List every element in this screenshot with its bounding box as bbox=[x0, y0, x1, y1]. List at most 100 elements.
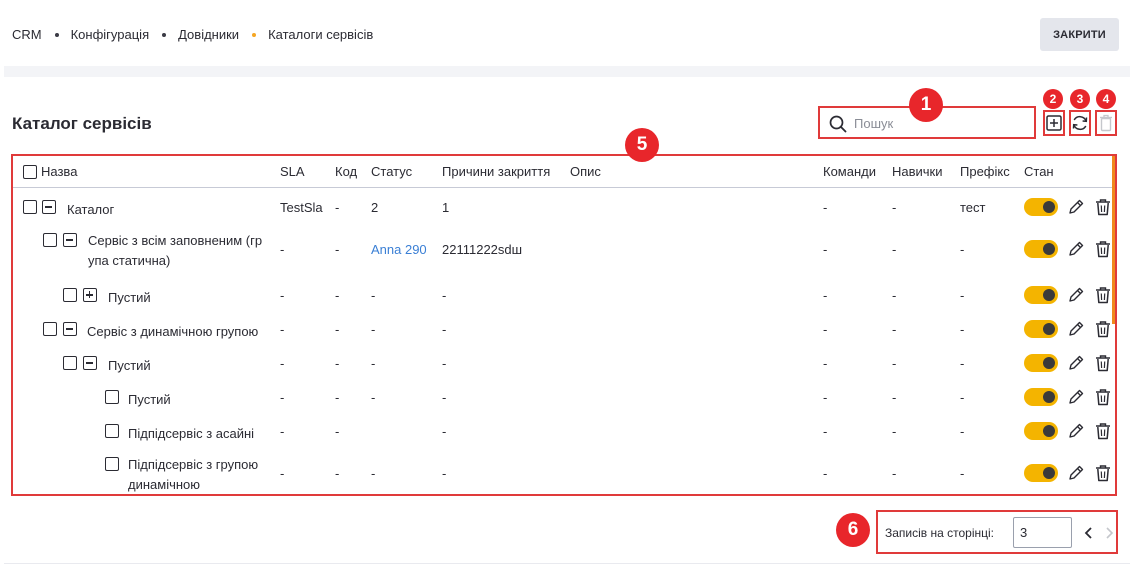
cell-status: - bbox=[371, 390, 376, 405]
service-catalog-table: Назва SLA Код Статус Причини закриття Оп… bbox=[11, 154, 1117, 496]
cell-name-line: Підпідсервіс з групою bbox=[128, 457, 259, 472]
table-row[interactable]: Підпідсервіс з групою динамічною - - - - - - - bbox=[13, 452, 1113, 494]
chevron-right-icon[interactable] bbox=[1102, 525, 1116, 541]
chevron-left-icon[interactable] bbox=[1082, 525, 1096, 541]
row-checkbox[interactable] bbox=[105, 457, 119, 471]
page-title: Каталог сервісів bbox=[12, 114, 152, 133]
column-state[interactable]: Стан bbox=[1024, 164, 1054, 179]
breadcrumb-service-catalogs: Каталоги сервісів bbox=[268, 27, 374, 42]
state-toggle-switch[interactable] bbox=[1024, 286, 1058, 304]
column-close-reasons[interactable]: Причини закриття bbox=[442, 164, 550, 179]
cell-name-line: Пустий bbox=[108, 358, 151, 373]
switch-knob bbox=[1043, 243, 1055, 255]
table-row[interactable]: Підпідсервіс з асайні - - - - - - bbox=[13, 418, 1113, 444]
edit-pencil-icon[interactable] bbox=[1067, 240, 1085, 258]
edit-pencil-icon[interactable] bbox=[1067, 198, 1085, 216]
table-row[interactable]: Сервіс з динамічною групою - - - - - - - bbox=[13, 316, 1113, 342]
cell-name: Пустий bbox=[108, 288, 151, 308]
collapse-toggle-icon[interactable] bbox=[63, 233, 77, 247]
column-description[interactable]: Опис bbox=[570, 164, 601, 179]
state-toggle-switch[interactable] bbox=[1024, 354, 1058, 372]
table-scrollbar[interactable] bbox=[1112, 156, 1115, 324]
state-toggle-switch[interactable] bbox=[1024, 388, 1058, 406]
search-input[interactable] bbox=[854, 113, 1030, 133]
table-row[interactable]: Пустий - - - - - - - bbox=[13, 384, 1113, 410]
select-all-checkbox[interactable] bbox=[23, 165, 37, 179]
row-checkbox[interactable] bbox=[105, 424, 119, 438]
edit-pencil-icon[interactable] bbox=[1067, 422, 1085, 440]
breadcrumb-crm[interactable]: CRM bbox=[12, 27, 42, 42]
edit-pencil-icon[interactable] bbox=[1067, 286, 1085, 304]
cell-sla: - bbox=[280, 356, 285, 371]
cell-teams: - bbox=[823, 322, 828, 337]
edit-pencil-icon[interactable] bbox=[1067, 464, 1085, 482]
cell-name-line: Сервіс з динамічною групою bbox=[87, 324, 259, 339]
row-checkbox[interactable] bbox=[23, 200, 37, 214]
cell-sla: - bbox=[280, 242, 285, 257]
table-row[interactable]: Сервіс з всім заповненим (гр упа статична… bbox=[13, 228, 1113, 274]
cell-code: - bbox=[335, 390, 340, 405]
close-button[interactable]: ЗАКРИТИ bbox=[1040, 18, 1119, 51]
state-toggle-switch[interactable] bbox=[1024, 464, 1058, 482]
cell-prefix: - bbox=[960, 466, 965, 481]
row-checkbox[interactable] bbox=[63, 356, 77, 370]
collapse-toggle-icon[interactable] bbox=[63, 322, 77, 336]
delete-button[interactable] bbox=[1095, 110, 1117, 136]
column-code[interactable]: Код bbox=[335, 164, 357, 179]
delete-trash-icon[interactable] bbox=[1094, 354, 1112, 372]
row-checkbox[interactable] bbox=[63, 288, 77, 302]
breadcrumb-directories[interactable]: Довідники bbox=[178, 27, 239, 42]
breadcrumb-separator bbox=[162, 32, 167, 37]
cell-code: - bbox=[335, 356, 340, 371]
table-row[interactable]: Пустий - - - - - - - bbox=[13, 282, 1113, 308]
column-teams[interactable]: Команди bbox=[823, 164, 876, 179]
edit-pencil-icon[interactable] bbox=[1067, 320, 1085, 338]
edit-pencil-icon[interactable] bbox=[1067, 354, 1085, 372]
column-sla[interactable]: SLA bbox=[280, 164, 305, 179]
add-button[interactable] bbox=[1043, 110, 1065, 136]
table-row[interactable]: Каталог TestSla -2 1- - тест bbox=[13, 194, 1113, 220]
collapse-toggle-icon[interactable] bbox=[42, 200, 56, 214]
cell-name-line: динамічною bbox=[128, 477, 201, 492]
rows-per-page-input[interactable] bbox=[1013, 517, 1072, 548]
delete-trash-icon[interactable] bbox=[1094, 286, 1112, 304]
edit-pencil-icon[interactable] bbox=[1067, 388, 1085, 406]
cell-name-line: упа статична) bbox=[88, 253, 171, 268]
column-prefix[interactable]: Префікс bbox=[960, 164, 1010, 179]
search-icon bbox=[829, 115, 847, 133]
refresh-button[interactable] bbox=[1069, 110, 1091, 136]
cell-code: - bbox=[335, 424, 340, 439]
row-checkbox[interactable] bbox=[43, 322, 57, 336]
row-checkbox[interactable] bbox=[105, 390, 119, 404]
column-skills[interactable]: Навички bbox=[892, 164, 943, 179]
state-toggle-switch[interactable] bbox=[1024, 198, 1058, 216]
callout-badge-6: 6 bbox=[836, 513, 870, 547]
expand-toggle-icon[interactable] bbox=[83, 288, 97, 302]
breadcrumb: CRM Конфігурація Довідники Каталоги серв… bbox=[12, 27, 373, 42]
state-toggle-switch[interactable] bbox=[1024, 422, 1058, 440]
column-name[interactable]: Назва bbox=[41, 164, 77, 179]
state-toggle-switch[interactable] bbox=[1024, 240, 1058, 258]
rows-per-page-label: Записів на сторінці: bbox=[885, 526, 995, 540]
cell-name: Сервіс з динамічною групою bbox=[87, 322, 258, 342]
cell-teams: - bbox=[823, 288, 828, 303]
cell-sla: - bbox=[280, 424, 285, 439]
table-row[interactable]: Пустий - - - - - - - bbox=[13, 350, 1113, 376]
column-status[interactable]: Статус bbox=[371, 164, 412, 179]
delete-trash-icon[interactable] bbox=[1094, 422, 1112, 440]
collapse-toggle-icon[interactable] bbox=[83, 356, 97, 370]
delete-trash-icon[interactable] bbox=[1094, 388, 1112, 406]
row-checkbox[interactable] bbox=[43, 233, 57, 247]
cell-name: Підпідсервіс з групою динамічною bbox=[128, 455, 259, 494]
switch-knob bbox=[1043, 391, 1055, 403]
cell-name: Пустий bbox=[108, 356, 151, 376]
cell-name-line: Підпідсервіс з асайні bbox=[128, 426, 255, 441]
state-toggle-switch[interactable] bbox=[1024, 320, 1058, 338]
cell-status[interactable]: Anna 290 bbox=[371, 242, 427, 257]
delete-trash-icon[interactable] bbox=[1094, 240, 1112, 258]
cell-sla: - bbox=[280, 288, 285, 303]
breadcrumb-configuration[interactable]: Конфігурація bbox=[71, 27, 150, 42]
delete-trash-icon[interactable] bbox=[1094, 198, 1112, 216]
delete-trash-icon[interactable] bbox=[1094, 464, 1112, 482]
delete-trash-icon[interactable] bbox=[1094, 320, 1112, 338]
